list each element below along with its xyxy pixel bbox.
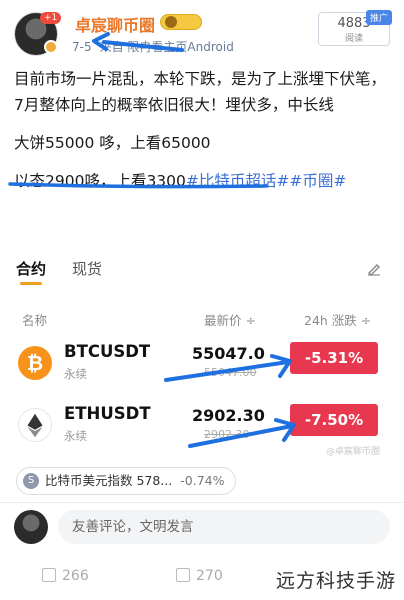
post-body: 目前市场一片混乱，本轮下跌，是为了上涨埋下伏笔， 7月整体向上的概率依旧很大！埋…	[14, 66, 394, 194]
col-price-sort[interactable]: 最新价 ÷	[204, 310, 256, 329]
post-header: +1 卓宸聊币圈 7-5 来自 限冉看主页Android 4883 阅读 推广	[0, 0, 404, 64]
row-type: 永续	[64, 367, 87, 381]
notification-badge: +1	[40, 12, 62, 24]
edit-icon[interactable]	[366, 260, 382, 276]
annotation-arrow-icon	[188, 418, 296, 448]
divider	[0, 502, 404, 503]
bitcoin-icon: ₿	[18, 346, 52, 380]
verified-badge-icon	[44, 40, 58, 54]
tab-indicator	[20, 282, 42, 285]
tab-spot[interactable]: 现货	[72, 258, 102, 279]
ethereum-icon	[18, 408, 52, 442]
share-button[interactable]: 266	[42, 568, 89, 584]
comment-count: 270	[196, 568, 223, 584]
watermark-text: 远方科技手游	[275, 570, 396, 592]
market-table-header: 名称 最新价 ÷ 24h 涨跌 ÷	[22, 310, 382, 329]
ethereum-logo-icon	[27, 413, 43, 438]
col-name: 名称	[22, 313, 48, 328]
col-change-sort[interactable]: 24h 涨跌 ÷	[304, 310, 371, 329]
annotation-arrow-icon	[164, 354, 292, 382]
annotation-arrow-icon	[92, 32, 184, 52]
chip-percent: -0.74%	[180, 473, 225, 488]
tab-contract[interactable]: 合约	[16, 258, 46, 279]
row-change-badge: -5.31%	[290, 342, 378, 374]
post-line: 7月整体向上的概率依旧很大！埋伏多，中长线	[14, 96, 334, 114]
share-icon	[42, 568, 56, 582]
comment-input[interactable]: 友善评论，文明发言	[58, 510, 390, 544]
level-badge-icon	[160, 14, 202, 30]
promo-tag[interactable]: 推广	[366, 10, 393, 25]
index-chip[interactable]: S 比特币美元指数 578... -0.74%	[16, 467, 236, 495]
post-line: 目前市场一片混乱，本轮下跌，是为了上涨埋下伏笔，	[14, 70, 387, 88]
comment-icon	[176, 568, 190, 582]
annotation-underline	[8, 182, 268, 189]
comment-button[interactable]: 270	[176, 568, 223, 584]
inline-watermark: @卓宸聊币圈	[325, 447, 380, 457]
row-type: 永续	[64, 429, 87, 443]
chip-label: 比特币美元指数 578...	[45, 473, 173, 488]
market-tabs: 合约 现货	[16, 258, 388, 285]
dollar-icon: S	[23, 473, 39, 489]
user-avatar	[14, 510, 48, 544]
read-label: 阅读	[344, 34, 363, 44]
share-count: 266	[62, 568, 89, 584]
post-line-highlight: 大饼55000 哆，上看65000	[14, 134, 211, 152]
row-symbol: BTCUSDT	[64, 342, 151, 361]
row-symbol: ETHUSDT	[64, 404, 151, 423]
